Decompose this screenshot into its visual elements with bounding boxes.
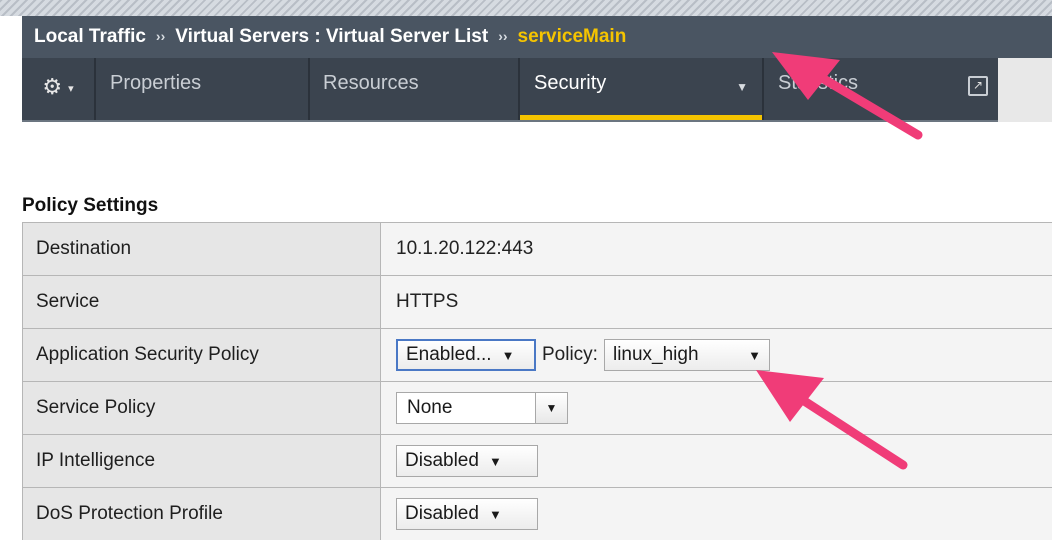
annotation-arrow-top: [772, 52, 923, 140]
annotation-arrow-policy: [756, 370, 908, 470]
annotation-arrows: [756, 52, 923, 470]
